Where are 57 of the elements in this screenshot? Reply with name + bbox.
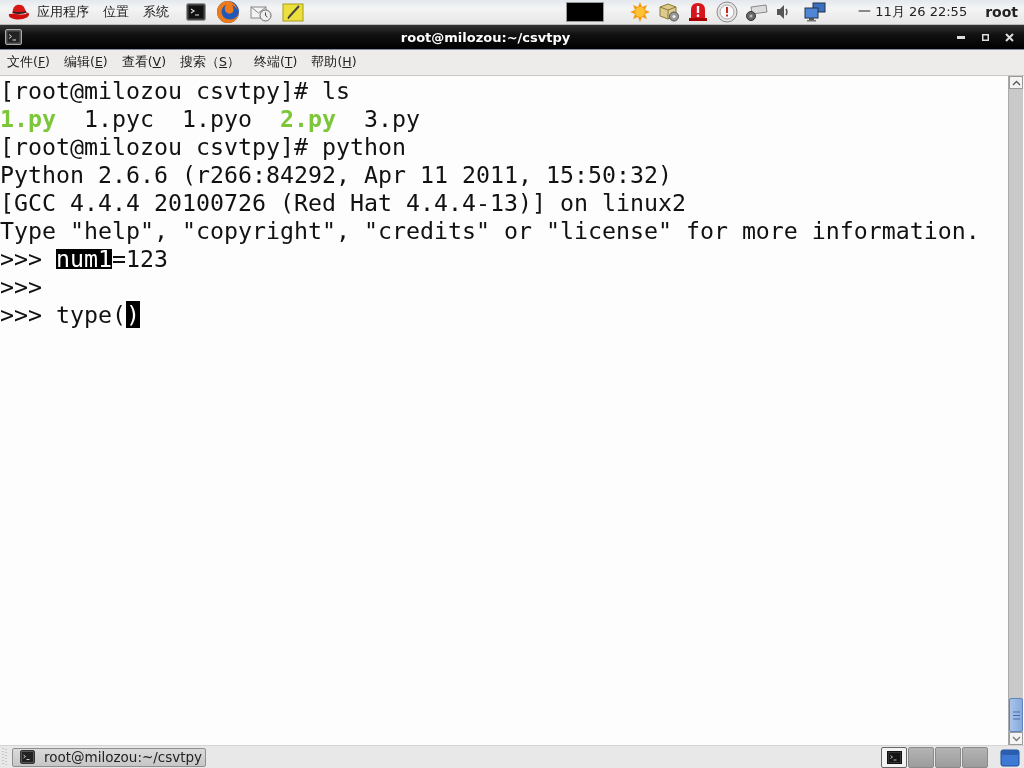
- taskbar-handle[interactable]: [2, 747, 7, 767]
- scrollbar-thumb[interactable]: [1009, 698, 1023, 732]
- menu-item[interactable]: 帮助(H): [304, 51, 364, 74]
- hat-icon[interactable]: [8, 3, 30, 21]
- close-icon: [1004, 32, 1014, 42]
- terminal-line: [GCC 4.4.4 20100726 (Red Hat 4.4.4-13)] on linux2: [0, 189, 686, 216]
- minimize-icon: [957, 35, 965, 39]
- panel-menu[interactable]: 位置: [96, 1, 136, 23]
- file-name: 3.py: [363, 105, 420, 132]
- terminal-line: Python 2.6.6 (r266:84292, Apr 11 2011, 15:50:32): [0, 161, 672, 188]
- scroll-up-button[interactable]: [1009, 76, 1023, 89]
- trash-icon[interactable]: [1000, 747, 1020, 767]
- menu-item[interactable]: 搜索（S）: [173, 51, 247, 74]
- terminal-icon[interactable]: [5, 29, 22, 45]
- clock-text[interactable]: 一 11月 26 22:55: [858, 3, 968, 21]
- window-title: root@milozou:~/csvtpy: [400, 29, 571, 45]
- menu-item[interactable]: 查看(V): [114, 51, 173, 74]
- menu-item[interactable]: 终端(T): [246, 51, 305, 74]
- menu-item[interactable]: 文件(F): [0, 51, 57, 74]
- executable-file-name: 1.py: [0, 105, 56, 132]
- device-icon[interactable]: [746, 3, 769, 21]
- prompt-text: >>>: [0, 301, 42, 328]
- scroll-down-button[interactable]: [1009, 732, 1023, 745]
- prompt-text: >>>: [0, 245, 42, 272]
- chevron-up-icon: [1011, 79, 1021, 86]
- file-name: 1.pyc: [84, 105, 154, 132]
- terminal-text: type(: [56, 301, 126, 329]
- terminal-line: [root@milozou csvtpy]# python: [0, 133, 406, 160]
- terminal-icon: [886, 750, 902, 764]
- siren-icon[interactable]: [688, 2, 709, 22]
- notepad-icon[interactable]: [282, 2, 304, 22]
- prompt-text: >>>: [0, 273, 42, 300]
- chevron-down-icon: [1011, 735, 1021, 742]
- grip-icon: [1012, 710, 1020, 720]
- selected-text: num1: [56, 249, 112, 269]
- exclamation-circle-icon[interactable]: [716, 1, 739, 23]
- package-gear-icon[interactable]: [658, 2, 681, 22]
- text-cursor: ): [126, 301, 140, 328]
- panel-menu[interactable]: 应用程序: [30, 1, 96, 23]
- terminal-text: =123: [112, 245, 168, 273]
- computer-icon[interactable]: [804, 2, 827, 22]
- terminal-line: Type "help", "copyright", "credits" or "license" for more information.: [0, 217, 980, 244]
- panel-applet[interactable]: [566, 2, 605, 22]
- speaker-icon[interactable]: [776, 3, 791, 21]
- task-button[interactable]: root@milozou:~/csvtpy: [12, 747, 206, 767]
- user-name[interactable]: root: [985, 4, 1018, 20]
- executable-file-name: 2.py: [279, 105, 336, 132]
- terminal-line: [root@milozou csvtpy]# ls: [0, 77, 350, 104]
- menu-item[interactable]: 编辑(E): [57, 51, 115, 74]
- terminal-icon: [20, 750, 35, 764]
- file-name: 1.pyo: [181, 105, 252, 132]
- terminal-area[interactable]: [0, 76, 1024, 745]
- workspace-button[interactable]: [881, 746, 907, 768]
- maximize-icon: [981, 33, 989, 41]
- globe-icon[interactable]: [216, 0, 240, 24]
- panel-menu[interactable]: 系统: [136, 1, 176, 23]
- terminal-icon[interactable]: [186, 3, 206, 21]
